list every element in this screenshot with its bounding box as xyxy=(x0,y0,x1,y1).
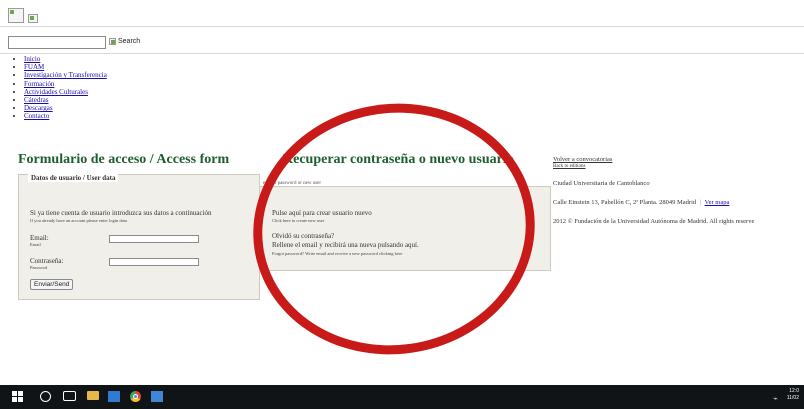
access-form-legend: Datos de usuario / User data xyxy=(28,174,119,182)
campus-text: Ciudad Universitaria de Cantoblanco xyxy=(553,180,650,187)
app-icon[interactable] xyxy=(151,391,163,402)
access-form-panel: Datos de usuario / User data Si ya tiene… xyxy=(18,174,260,300)
nav-link-fuam[interactable]: FUAM xyxy=(24,63,44,71)
nav-item: Formación xyxy=(24,80,107,88)
address-text: Calle Einstein 13, Pabellón C, 2ª Planta… xyxy=(553,199,697,206)
nav-item: FUAM xyxy=(24,63,107,71)
clock[interactable]: 12:0 11/02 xyxy=(787,388,799,402)
chrome-icon[interactable] xyxy=(130,391,141,402)
task-view-icon[interactable] xyxy=(63,391,76,401)
nav-item: Descargas xyxy=(24,104,107,112)
logo-image xyxy=(8,8,38,28)
nav-item: Investigación y Transferencia xyxy=(24,71,107,79)
email-field[interactable] xyxy=(109,235,199,243)
nav-link-investigacion[interactable]: Investigación y Transferencia xyxy=(24,71,107,79)
taskbar: ⌁ 12:0 11/02 xyxy=(0,385,804,409)
main-nav: Inicio FUAM Investigación y Transferenci… xyxy=(12,55,107,121)
back-to-editions-link[interactable]: Back to editions xyxy=(553,164,586,169)
broken-image-icon xyxy=(109,38,116,45)
nav-item: Inicio xyxy=(24,55,107,63)
back-to-calls-link[interactable]: Volver a convocatorias xyxy=(553,156,612,163)
send-button[interactable]: Enviar/Send xyxy=(30,279,74,290)
red-circle-annotation xyxy=(236,85,552,373)
address-separator: | xyxy=(699,199,702,206)
access-intro-es: Si ya tiene cuenta de usuario introduzca… xyxy=(30,209,212,217)
map-link[interactable]: Ver mapa xyxy=(705,199,730,206)
windows-start-icon[interactable] xyxy=(12,391,23,402)
nav-item: Contacto xyxy=(24,112,107,120)
access-intro-en: If you already have an account please en… xyxy=(30,218,127,223)
clock-date: 11/02 xyxy=(786,395,799,401)
nav-link-formacion[interactable]: Formación xyxy=(24,80,54,88)
divider xyxy=(0,26,804,27)
search-input[interactable] xyxy=(8,36,106,49)
password-field[interactable] xyxy=(109,258,199,266)
divider xyxy=(0,53,804,54)
password-sublabel: Password xyxy=(30,265,48,270)
email-sublabel: Email xyxy=(30,242,41,247)
nav-item: Cátedras xyxy=(24,96,107,104)
nav-link-contacto[interactable]: Contacto xyxy=(24,112,49,120)
nav-link-descargas[interactable]: Descargas xyxy=(24,104,53,112)
email-label: Email: xyxy=(30,234,49,242)
access-form-title: Formulario de acceso / Access form xyxy=(18,152,230,167)
address-line: Calle Einstein 13, Pabellón C, 2ª Planta… xyxy=(553,199,729,206)
search-button[interactable]: Search xyxy=(109,36,140,47)
folder-icon[interactable] xyxy=(87,391,99,400)
search-button-label: Search xyxy=(118,38,141,45)
network-icon[interactable]: ⌁ xyxy=(773,394,778,403)
nav-link-actividades[interactable]: Actividades Culturales xyxy=(24,88,88,96)
clock-time: 12:0 xyxy=(789,388,799,394)
nav-link-inicio[interactable]: Inicio xyxy=(24,55,40,63)
nav-item: Actividades Culturales xyxy=(24,88,107,96)
password-label: Contraseña: xyxy=(30,257,64,265)
store-icon[interactable] xyxy=(108,391,120,402)
search-circle-icon[interactable] xyxy=(40,391,51,402)
nav-link-catedras[interactable]: Cátedras xyxy=(24,96,49,104)
broken-image-icon xyxy=(8,8,24,23)
broken-image-icon xyxy=(28,14,38,23)
copyright-text: 2012 © Fundación de la Universidad Autón… xyxy=(553,218,755,225)
